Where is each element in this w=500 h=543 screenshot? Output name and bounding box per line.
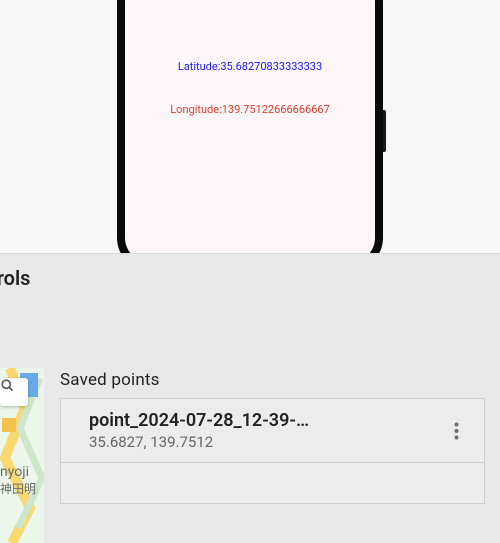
phone-screen[interactable]: 12:40 bbox=[125, 0, 375, 253]
saved-points-section: Saved points point_2024-07-28_12-39-… 35… bbox=[60, 370, 500, 504]
panel-title: trols bbox=[0, 254, 500, 290]
longitude-text: Longitude:139.75122666666667 bbox=[135, 103, 365, 116]
phone-power-button bbox=[383, 110, 386, 152]
saved-point-row[interactable]: point_2024-07-28_12-39-… 35.6827, 139.75… bbox=[61, 399, 484, 463]
map-search-button[interactable] bbox=[0, 378, 28, 406]
map-label-2: 神田明 bbox=[0, 480, 36, 497]
saved-points-list: point_2024-07-28_12-39-… 35.6827, 139.75… bbox=[60, 398, 485, 504]
emulator-preview-area: 12:40 bbox=[0, 0, 500, 253]
kebab-icon bbox=[454, 422, 459, 440]
saved-point-name: point_2024-07-28_12-39-… bbox=[89, 410, 432, 431]
app-content: Latitude:35.68270833333333 Longitude:139… bbox=[125, 18, 375, 116]
latitude-text: Latitude:35.68270833333333 bbox=[135, 60, 365, 73]
more-options-button[interactable] bbox=[442, 417, 470, 445]
saved-points-title: Saved points bbox=[60, 370, 500, 390]
saved-point-row-empty bbox=[61, 463, 484, 503]
saved-point-coords: 35.6827, 139.7512 bbox=[89, 433, 432, 451]
status-bar: 12:40 bbox=[125, 0, 375, 2]
map-preview[interactable]: nyoji 神田明 bbox=[0, 368, 44, 543]
map-label-1: nyoji bbox=[0, 464, 29, 480]
phone-frame: 12:40 bbox=[117, 0, 383, 253]
